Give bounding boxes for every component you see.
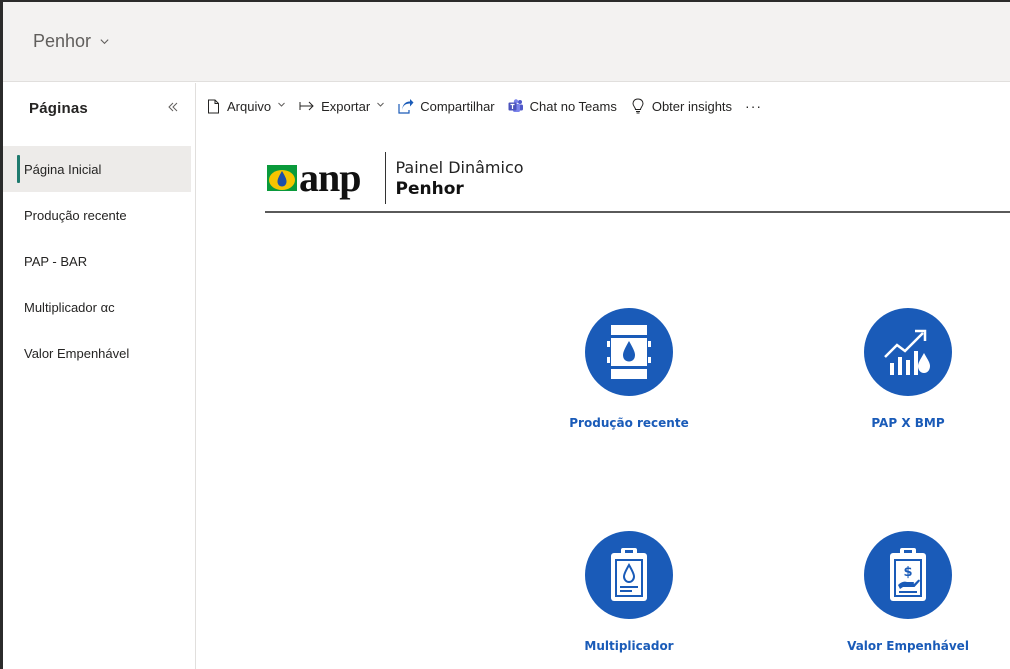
file-menu-label: Arquivo (227, 98, 272, 114)
chevron-down-icon (277, 100, 286, 112)
growth-chart-drop-icon (864, 308, 952, 396)
file-menu-button[interactable]: Arquivo (205, 98, 286, 114)
sidebar-item-pap-bar[interactable]: PAP - BAR (3, 238, 195, 284)
get-insights-button[interactable]: Obter insights (630, 98, 732, 114)
export-menu-label: Exportar (321, 98, 371, 114)
report-toolbar: Arquivo Exportar Compartilhar Chat no Te… (197, 83, 1010, 129)
nav-card-multiplicador[interactable]: Multiplicador (559, 531, 699, 653)
get-insights-label: Obter insights (651, 98, 733, 114)
pages-sidebar: Páginas Página Inicial Produção recente … (3, 83, 196, 669)
teams-icon (508, 98, 524, 114)
more-options-icon: ··· (745, 98, 763, 114)
nav-card-label: Multiplicador (584, 639, 674, 653)
share-button[interactable]: Compartilhar (398, 98, 495, 114)
oil-barrel-icon (585, 308, 673, 396)
page-list: Página Inicial Produção recente PAP - BA… (3, 146, 195, 376)
sidebar-item-label: PAP - BAR (24, 253, 88, 269)
nav-card-label: Produção recente (569, 416, 689, 430)
svg-text:$: $ (903, 565, 912, 580)
collapse-sidebar-icon[interactable] (167, 101, 179, 116)
sidebar-item-label: Valor Empenhável (24, 345, 130, 361)
export-arrow-icon (299, 98, 315, 114)
report-subtitle: Painel Dinâmico (395, 157, 524, 177)
report-title: Penhor (395, 178, 464, 199)
nav-card-label: PAP X BMP (871, 416, 945, 430)
title-bar: Penhor (3, 2, 1010, 82)
chevron-down-icon (376, 100, 385, 112)
sidebar-item-label: Página Inicial (24, 161, 102, 177)
chat-in-teams-label: Chat no Teams (529, 98, 617, 114)
header-rule (265, 211, 1010, 213)
clipboard-drop-icon (585, 531, 673, 619)
document-icon (205, 98, 221, 114)
header-divider (384, 152, 386, 204)
sidebar-title: Páginas (29, 99, 88, 117)
nav-card-pap-x-bmp[interactable]: PAP X BMP (838, 308, 978, 430)
sidebar-item-label: Produção recente (24, 207, 127, 223)
sidebar-item-multiplicador[interactable]: Multiplicador αc (3, 284, 195, 330)
sidebar-header: Páginas (3, 83, 195, 133)
export-menu-button[interactable]: Exportar (299, 98, 385, 114)
share-icon (398, 98, 414, 114)
nav-card-label: Valor Empenhável (847, 639, 969, 653)
report-header: anp Painel Dinâmico Penhor (267, 152, 524, 204)
nav-card-valor-empenhavel[interactable]: $ Valor Empenhável (838, 531, 978, 653)
sidebar-item-pagina-inicial[interactable]: Página Inicial (3, 146, 191, 192)
anp-logo-text: anp (299, 155, 361, 200)
workspace-title-dropdown[interactable]: Penhor (33, 31, 110, 52)
more-options-button[interactable]: ··· (745, 98, 762, 114)
lightbulb-icon (630, 98, 646, 114)
anp-logo: anp (267, 158, 361, 198)
chevron-down-icon (99, 36, 110, 50)
anp-logo-emblem (267, 165, 297, 191)
clipboard-money-icon: $ (864, 531, 952, 619)
header-texts: Painel Dinâmico Penhor (396, 158, 524, 199)
nav-card-producao-recente[interactable]: Produção recente (559, 308, 699, 430)
sidebar-item-producao-recente[interactable]: Produção recente (3, 192, 195, 238)
share-label: Compartilhar (420, 98, 495, 114)
sidebar-item-label: Multiplicador αc (24, 299, 115, 315)
sidebar-item-valor-empenhavel[interactable]: Valor Empenhável (3, 330, 195, 376)
workspace-title: Penhor (33, 31, 92, 51)
report-canvas: anp Painel Dinâmico Penhor Produção rece… (197, 129, 1010, 669)
chat-in-teams-button[interactable]: Chat no Teams (508, 98, 617, 114)
